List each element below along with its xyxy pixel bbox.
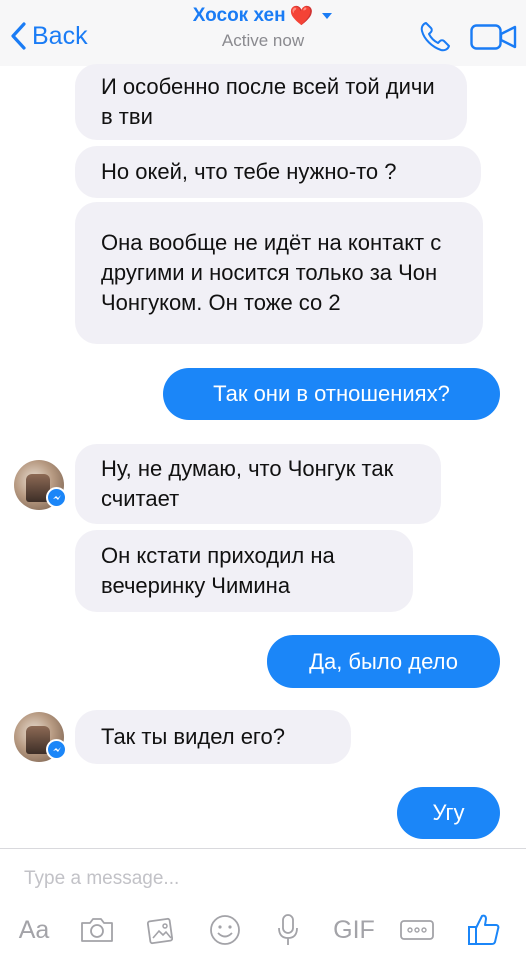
contact-avatar[interactable] bbox=[14, 460, 67, 510]
message-text: Ну, не думаю, что Чонгук так считает bbox=[101, 456, 394, 511]
video-call-icon[interactable] bbox=[470, 24, 518, 50]
message-bubble-incoming[interactable]: Ну, не думаю, что Чонгук так считает bbox=[75, 444, 441, 524]
message-input[interactable] bbox=[22, 864, 506, 894]
microphone-button[interactable] bbox=[274, 908, 302, 952]
back-label: Back bbox=[32, 21, 88, 50]
gif-button[interactable]: GIF bbox=[330, 908, 378, 952]
message-text: Угу bbox=[432, 800, 465, 825]
composer-divider bbox=[0, 848, 526, 849]
microphone-icon bbox=[278, 914, 298, 945]
message-text: Так ты видел его? bbox=[101, 724, 285, 749]
message-text: Он кстати приходил на вечеринку Чимина bbox=[101, 543, 335, 598]
message-bubble-incoming[interactable]: Он кстати приходил на вечеринку Чимина bbox=[75, 530, 413, 612]
conversation-title[interactable]: Хосок хен ❤️ Active now bbox=[120, 4, 406, 51]
gallery-icon bbox=[146, 917, 174, 945]
message-text: Но окей, что тебе нужно-то ? bbox=[101, 159, 397, 184]
message-bubble-incoming[interactable]: Но окей, что тебе нужно-то ? bbox=[75, 146, 481, 198]
message-bubble-incoming[interactable]: И особенно после всей той дичи в тви bbox=[75, 64, 467, 140]
emoji-icon bbox=[210, 915, 240, 945]
chat-header: Back Хосок хен ❤️ Active now bbox=[0, 0, 526, 66]
chevron-left-icon bbox=[11, 22, 26, 50]
message-text: Да, было дело bbox=[309, 648, 458, 674]
chevron-down-icon bbox=[322, 13, 333, 19]
camera-button[interactable] bbox=[78, 908, 116, 952]
more-button[interactable] bbox=[398, 908, 436, 952]
messenger-badge-icon bbox=[46, 739, 67, 760]
message-text: Она вообще не идёт на контакт с другими … bbox=[101, 230, 442, 315]
active-status: Active now bbox=[221, 31, 305, 50]
contact-name: Хосок хен bbox=[192, 5, 286, 26]
emoji-button[interactable] bbox=[207, 908, 243, 952]
message-text: И особенно после всей той дичи в тви bbox=[101, 74, 435, 129]
aa-label: Aa bbox=[18, 915, 50, 944]
gallery-button[interactable] bbox=[143, 908, 179, 952]
phone-call-icon[interactable] bbox=[418, 20, 452, 54]
contact-avatar[interactable] bbox=[14, 712, 67, 762]
gif-label: GIF bbox=[333, 915, 375, 944]
message-bubble-outgoing[interactable]: Так они в отношениях? bbox=[163, 368, 500, 420]
messenger-badge-icon bbox=[46, 487, 67, 508]
heart-icon: ❤️ bbox=[289, 6, 314, 27]
message-bubble-incoming[interactable]: Так ты видел его? bbox=[75, 710, 351, 764]
message-bubble-outgoing[interactable]: Угу bbox=[397, 787, 500, 839]
camera-icon bbox=[81, 918, 113, 942]
like-button[interactable] bbox=[464, 908, 504, 952]
back-button[interactable]: Back bbox=[10, 18, 88, 54]
message-text: Так они в отношениях? bbox=[213, 381, 450, 406]
message-bubble-outgoing[interactable]: Да, было дело bbox=[267, 635, 500, 688]
message-bubble-incoming[interactable]: Она вообще не идёт на контакт с другими … bbox=[75, 202, 483, 344]
more-icon bbox=[400, 920, 434, 940]
aa-button[interactable]: Aa bbox=[14, 908, 54, 952]
like-icon bbox=[468, 914, 500, 945]
